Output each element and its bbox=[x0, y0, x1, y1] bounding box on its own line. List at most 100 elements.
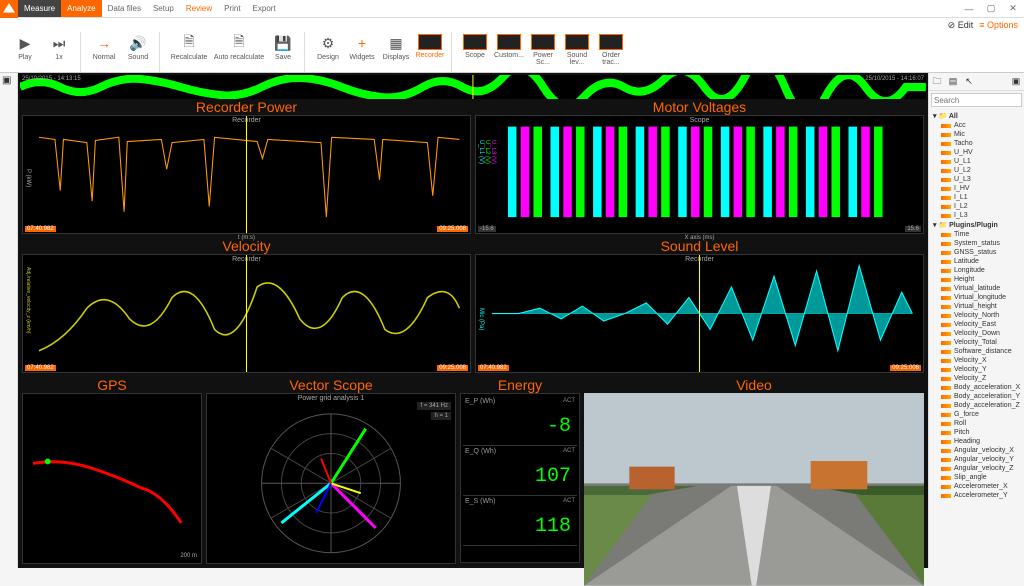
tree-item[interactable]: I_L2 bbox=[931, 202, 1022, 211]
tree-item[interactable]: U_HV bbox=[931, 148, 1022, 157]
chart-recorder-power[interactable]: Recorder P (kW) 07:40.982 09:25.008 t (m… bbox=[22, 115, 471, 234]
tree-item[interactable]: Heading bbox=[931, 437, 1022, 446]
sound-button[interactable]: 🔊Sound bbox=[121, 32, 155, 70]
tree-item[interactable]: Mic bbox=[931, 130, 1022, 139]
timeline[interactable]: 25/10/2015 - 14:13:15 25/10/2015 - 14:16… bbox=[20, 75, 926, 93]
tree-item[interactable]: Body_acceleration_Y bbox=[931, 392, 1022, 401]
tree-item[interactable]: Velocity_X bbox=[931, 356, 1022, 365]
chart-sound-level[interactable]: Recorder Mic (Pa) 07:40.982 09:25.008 bbox=[475, 254, 924, 373]
collapse-left-icon[interactable]: ▣ bbox=[0, 73, 17, 88]
tree-item[interactable]: Body_acceleration_X bbox=[931, 383, 1022, 392]
tab-measure[interactable]: Measure bbox=[18, 0, 61, 17]
tree-item[interactable]: Slip_angle bbox=[931, 473, 1022, 482]
tree-item[interactable]: I_L3 bbox=[931, 211, 1022, 220]
signal-icon bbox=[941, 332, 951, 336]
tab-analyze[interactable]: Analyze bbox=[61, 0, 101, 17]
signal-icon bbox=[941, 341, 951, 345]
tree-item[interactable]: Longitude bbox=[931, 266, 1022, 275]
chart-vector-scope[interactable]: Power grid analysis 1 f = 341 Hz h = 1 bbox=[206, 393, 456, 564]
signal-icon bbox=[941, 242, 951, 246]
tree-item[interactable]: Velocity_East bbox=[931, 320, 1022, 329]
recalculate-button[interactable]: 🗎Recalculate bbox=[166, 32, 212, 70]
tree-item[interactable]: I_HV bbox=[931, 184, 1022, 193]
tree-item[interactable]: Tacho bbox=[931, 139, 1022, 148]
autorecalc-button[interactable]: 🗎Auto recalculate bbox=[212, 32, 266, 70]
tree-item[interactable]: Velocity_Down bbox=[931, 329, 1022, 338]
minimize-button[interactable]: — bbox=[958, 0, 980, 17]
tree-item[interactable]: Latitude bbox=[931, 257, 1022, 266]
tree-item[interactable]: Velocity_Total bbox=[931, 338, 1022, 347]
save-button[interactable]: 💾Save bbox=[266, 32, 300, 70]
search-input[interactable] bbox=[931, 93, 1022, 107]
edit-link[interactable]: ⊘ Edit bbox=[948, 20, 974, 28]
design-button[interactable]: ⚙Design bbox=[311, 32, 345, 70]
tab-print[interactable]: Print bbox=[218, 0, 246, 17]
options-link[interactable]: ≡ Options bbox=[979, 20, 1018, 28]
signal-icon bbox=[941, 422, 951, 426]
signal-icon bbox=[941, 323, 951, 327]
channel-tree[interactable]: ▾ 📁 AllAccMicTachoU_HVU_L1U_L2U_L3I_HVI_… bbox=[929, 109, 1024, 568]
close-button[interactable]: ✕ bbox=[1002, 0, 1024, 17]
tree-item[interactable]: Angular_velocity_Y bbox=[931, 455, 1022, 464]
tree-item[interactable]: Virtual_height bbox=[931, 302, 1022, 311]
tab-datafiles[interactable]: Data files bbox=[102, 0, 147, 17]
tree-item[interactable]: Software_distance bbox=[931, 347, 1022, 356]
tree-item[interactable]: G_force bbox=[931, 410, 1022, 419]
sidebar-collapse-icon[interactable]: ▣ bbox=[1008, 73, 1024, 90]
sidebar-tool-list-icon[interactable]: ▤ bbox=[945, 73, 961, 90]
recorder-button[interactable]: Recorder bbox=[413, 32, 447, 70]
ordertrac-preset-button[interactable]: Order trac... bbox=[594, 32, 628, 70]
tree-item[interactable]: I_L1 bbox=[931, 193, 1022, 202]
tree-item[interactable]: Accelerometer_Y bbox=[931, 491, 1022, 500]
displays-button[interactable]: ▦Displays bbox=[379, 32, 413, 70]
tree-item[interactable]: Time bbox=[931, 230, 1022, 239]
tree-item[interactable]: Angular_velocity_X bbox=[931, 446, 1022, 455]
tree-group[interactable]: ▾ 📁 All bbox=[931, 111, 1022, 121]
tree-item[interactable]: Virtual_longitude bbox=[931, 293, 1022, 302]
tree-item[interactable]: GNSS_status bbox=[931, 248, 1022, 257]
chart-gps[interactable]: 200 m bbox=[22, 393, 202, 564]
tree-item[interactable]: Velocity_Y bbox=[931, 365, 1022, 374]
displays-icon: ▦ bbox=[387, 34, 405, 52]
sidebar-tool-folder-icon[interactable]: 🗀 bbox=[929, 73, 945, 90]
tree-item[interactable]: Angular_velocity_Z bbox=[931, 464, 1022, 473]
tree-item[interactable]: Accelerometer_X bbox=[931, 482, 1022, 491]
signal-icon bbox=[941, 196, 951, 200]
signal-icon bbox=[941, 124, 951, 128]
save-icon: 💾 bbox=[274, 34, 292, 52]
play-button[interactable]: ▶Play bbox=[8, 32, 42, 70]
custom-preset-button[interactable]: Custom... bbox=[492, 32, 526, 70]
tree-item[interactable]: U_L3 bbox=[931, 175, 1022, 184]
signal-icon bbox=[941, 178, 951, 182]
tree-item[interactable]: Body_acceleration_Z bbox=[931, 401, 1022, 410]
maximize-button[interactable]: ▢ bbox=[980, 0, 1002, 17]
tree-item[interactable]: Pitch bbox=[931, 428, 1022, 437]
app-logo-icon[interactable] bbox=[0, 0, 18, 18]
sidebar-tool-cursor-icon[interactable]: ↖ bbox=[961, 73, 977, 90]
chart-velocity[interactable]: Recorder Adj./relative_velocity_z (km/h)… bbox=[22, 254, 471, 373]
tree-item[interactable]: Acc bbox=[931, 121, 1022, 130]
tree-item[interactable]: Velocity_North bbox=[931, 311, 1022, 320]
signal-icon bbox=[941, 160, 951, 164]
tree-group[interactable]: ▾ 📁 Plugins/Plugin bbox=[931, 220, 1022, 230]
tree-item[interactable]: Height bbox=[931, 275, 1022, 284]
normal-button[interactable]: →Normal bbox=[87, 32, 121, 70]
tree-item[interactable]: U_L1 bbox=[931, 157, 1022, 166]
soundlev-preset-button[interactable]: Sound lev... bbox=[560, 32, 594, 70]
speed-button[interactable]: ⏭1x bbox=[42, 32, 76, 70]
tree-item[interactable]: U_L2 bbox=[931, 166, 1022, 175]
scope-preset-button[interactable]: Scope bbox=[458, 32, 492, 70]
chart-motor-voltages[interactable]: Scope bbox=[475, 115, 924, 234]
signal-icon bbox=[941, 278, 951, 282]
video-frame[interactable] bbox=[584, 393, 924, 563]
tree-item[interactable]: System_status bbox=[931, 239, 1022, 248]
tree-item[interactable]: Virtual_latitude bbox=[931, 284, 1022, 293]
tab-export[interactable]: Export bbox=[247, 0, 282, 17]
widgets-button[interactable]: +Widgets bbox=[345, 32, 379, 70]
powersc-preset-button[interactable]: Power Sc... bbox=[526, 32, 560, 70]
signal-icon bbox=[941, 386, 951, 390]
tree-item[interactable]: Velocity_Z bbox=[931, 374, 1022, 383]
tree-item[interactable]: Roll bbox=[931, 419, 1022, 428]
tab-review[interactable]: Review bbox=[180, 0, 218, 17]
tab-setup[interactable]: Setup bbox=[147, 0, 180, 17]
